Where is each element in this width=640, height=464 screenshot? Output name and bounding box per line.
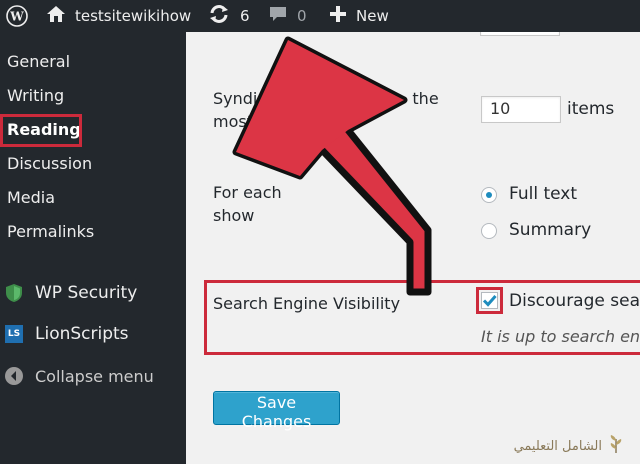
full-text-radio[interactable] — [481, 187, 497, 203]
leaf-icon — [606, 434, 626, 458]
submenu-writing[interactable]: Writing — [7, 86, 64, 105]
updates-count: 6 — [240, 7, 250, 25]
submenu-permalinks[interactable]: Permalinks — [7, 222, 94, 241]
visibility-note: It is up to search engi — [481, 327, 640, 346]
watermark-text: الشامل التعليمي — [513, 438, 602, 454]
checkmark-icon — [482, 295, 497, 307]
visibility-label: Search Engine Visibility — [213, 294, 401, 313]
submenu-discussion[interactable]: Discussion — [7, 154, 92, 173]
new-label: New — [356, 7, 389, 25]
save-changes-button[interactable]: Save Changes — [213, 391, 340, 431]
summary-label: Summary — [509, 220, 592, 240]
submenu-media[interactable]: Media — [7, 188, 55, 207]
new-content-link[interactable]: New — [330, 0, 389, 32]
admin-bar: W testsitewikihow 6 0 New — [0, 0, 640, 32]
full-text-label: Full text — [509, 184, 578, 204]
syndication-items-input[interactable]: 10 — [481, 96, 561, 123]
admin-sidebar: General Writing Reading Discussion Media… — [0, 32, 186, 464]
items-unit: items — [567, 99, 615, 119]
collapse-menu[interactable]: Collapse menu — [0, 359, 186, 393]
reading-settings-content: Syndicatio ds s the most rece 10 items For… — [186, 32, 640, 464]
watermark: الشامل التعليمي — [514, 434, 626, 458]
menu-lionscripts[interactable]: LS LionScripts — [0, 317, 186, 351]
submenu-general[interactable]: General — [7, 52, 70, 71]
wordpress-logo-icon[interactable]: W — [6, 0, 28, 32]
site-name-link[interactable]: testsitewikihow — [46, 0, 191, 32]
menu-label: LionScripts — [35, 324, 129, 344]
plus-icon — [330, 6, 346, 26]
comments-link[interactable]: 0 — [269, 0, 307, 32]
lionscripts-icon: LS — [5, 325, 23, 343]
top-partial-input[interactable] — [480, 32, 560, 36]
comments-count: 0 — [297, 7, 307, 25]
menu-label: WP Security — [35, 283, 138, 303]
comment-bubble-icon — [269, 5, 287, 27]
updates-icon — [208, 4, 230, 28]
collapse-arrow-icon — [5, 367, 23, 385]
menu-wp-security[interactable]: WP Security — [0, 276, 186, 310]
syndication-label: Syndicatio ds s the most rece — [213, 89, 439, 131]
home-icon — [46, 5, 66, 27]
updates-link[interactable]: 6 — [208, 0, 250, 32]
reading-highlight-box — [0, 114, 82, 147]
feed-label: For each show — [213, 183, 282, 225]
summary-radio[interactable] — [481, 223, 497, 239]
discourage-checkbox[interactable] — [481, 292, 498, 309]
site-name: testsitewikihow — [75, 7, 192, 25]
shield-icon — [6, 284, 22, 302]
discourage-label: Discourage search — [509, 291, 640, 311]
svg-text:W: W — [9, 10, 24, 24]
collapse-label: Collapse menu — [35, 366, 154, 386]
